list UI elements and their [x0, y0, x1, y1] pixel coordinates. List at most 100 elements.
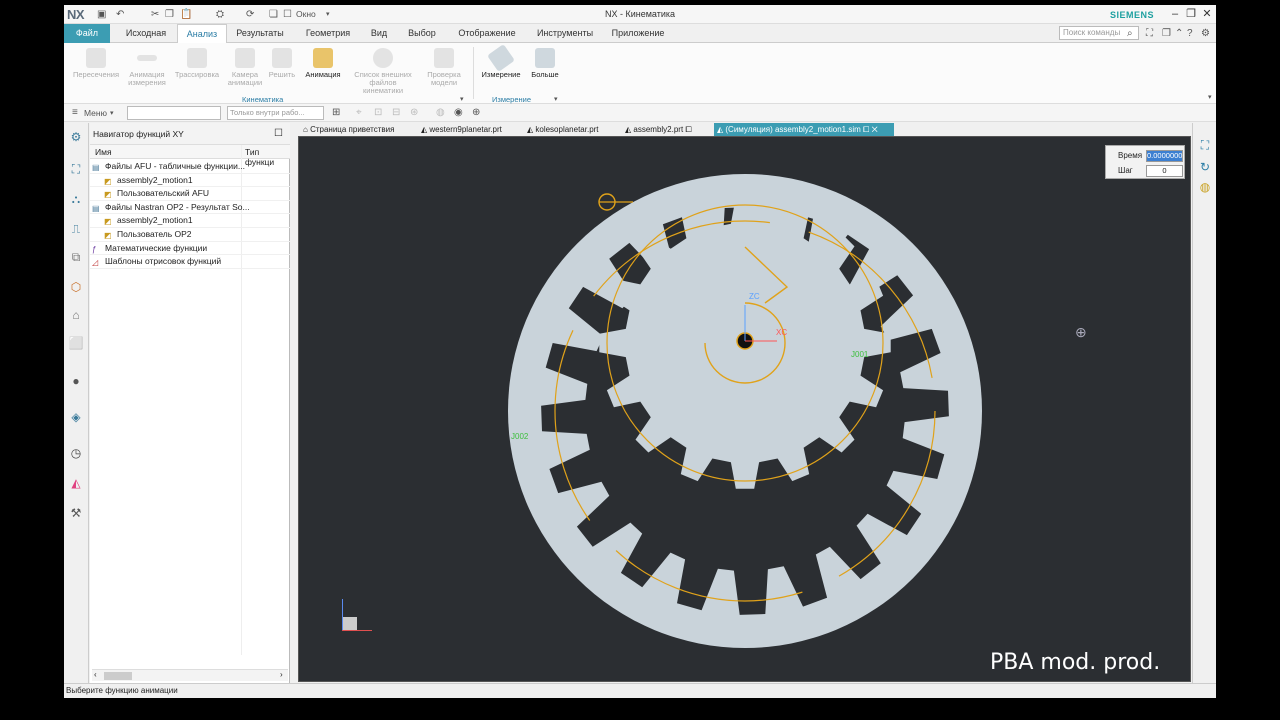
help-icon[interactable]: ? — [1187, 27, 1193, 40]
model-check-button[interactable]: Проверка модели — [420, 45, 468, 93]
select-all-icon[interactable]: ⊡ — [374, 106, 382, 119]
animation-button[interactable]: Анимация — [300, 45, 346, 93]
restore-icon[interactable]: ❐ — [1184, 7, 1198, 21]
tab-view[interactable]: Вид — [364, 24, 394, 43]
tree-item[interactable]: ƒ Математические функции — [90, 242, 290, 256]
sim-navigator-icon[interactable]: ⌂ — [68, 307, 84, 323]
model-icon-2[interactable]: ⬜ — [68, 335, 84, 351]
tools-icon[interactable]: ⚒ — [68, 505, 84, 521]
xy-function-navigator-icon[interactable]: ⎍ — [68, 221, 84, 237]
settings-gear-icon[interactable]: ⚙ — [68, 129, 84, 145]
tree-item[interactable]: ◩ Пользователь OP2 — [90, 228, 290, 242]
select-icon[interactable]: ⌖ — [356, 106, 362, 119]
fullscreen-icon[interactable]: ⛶ — [1146, 27, 1153, 40]
show-icon[interactable]: ◉ — [454, 106, 463, 119]
external-files-button[interactable]: Список внешних файлов кинематики — [351, 45, 415, 95]
menu-button[interactable]: Меню — [84, 107, 107, 120]
doc-tab-kolesoplanetar[interactable]: ◭ kolesoplanetar.prt — [524, 123, 622, 136]
tab-display[interactable]: Отображение — [452, 24, 522, 43]
graphics-viewport[interactable]: ZC XC J001 J002 Время 0.0000000 Шаг 0 ⊕ — [298, 136, 1191, 682]
history-icon[interactable]: ◷ — [68, 445, 84, 461]
joint-j001-label: J001 — [851, 350, 869, 359]
tab-analysis[interactable]: Анализ — [177, 24, 227, 43]
more-button[interactable]: Больше — [528, 45, 562, 93]
maximize-panel-icon[interactable]: ☐ — [274, 123, 283, 145]
doc-tab-western9planetar[interactable]: ◭ western9planetar.prt — [418, 123, 524, 136]
doc-tab-simulation[interactable]: ◭ (Симуляция) assembly2_motion1.sim ⧠ ✕ — [714, 123, 894, 136]
palette-icon[interactable]: ◭ — [68, 475, 84, 491]
trace-button[interactable]: Трассировка — [172, 45, 222, 93]
tree-item[interactable]: ▤ Файлы Nastran OP2 - Результат So... — [90, 201, 290, 215]
deselect-icon[interactable]: ⊟ — [392, 106, 400, 119]
triad-cube-icon — [343, 617, 357, 631]
op2-file-icon: ◩ — [104, 231, 112, 240]
render-style-icon[interactable]: ◍ — [1197, 179, 1213, 195]
motion-navigator-icon[interactable]: ⬡ — [68, 279, 84, 295]
navigator-title: Навигатор функций XY ☐ — [90, 123, 290, 145]
title-bar: NX ▣ ↶ ✂ ❐ 📋 ⛭ ⟳ ❏ ☐ Окно ▾ NX - Кинемат… — [64, 5, 1216, 24]
tab-selection[interactable]: Выбор — [402, 24, 442, 43]
ribbon: Пересечения Анимация измерения Трассиров… — [64, 43, 1216, 104]
solve-button[interactable]: Решить — [267, 45, 297, 93]
horizontal-scrollbar[interactable]: ‹ › — [92, 669, 288, 681]
snap-icon[interactable]: ⊛ — [410, 106, 418, 119]
xc-axis-label: XC — [776, 328, 788, 337]
rotate-view-icon[interactable]: ↻ — [1197, 159, 1213, 175]
doc-tab-assembly2[interactable]: ◭ assembly2.prt ⧠ — [622, 123, 714, 136]
doc-tab-welcome[interactable]: ⌂ Страница приветствия — [300, 123, 418, 136]
menu-icon[interactable]: ≡ — [72, 106, 78, 119]
assembly-navigator-icon[interactable]: ⛶ — [68, 161, 84, 177]
tab-tools[interactable]: Инструменты — [530, 24, 600, 43]
measure-button[interactable]: Измерение — [478, 44, 524, 93]
close-icon[interactable]: ✕ — [1200, 7, 1214, 21]
tab-home[interactable]: Исходная — [116, 24, 176, 43]
tree-item[interactable]: ◩ assembly2_motion1 — [90, 214, 290, 228]
siemens-brand: SIEMENS — [1110, 10, 1155, 20]
time-value[interactable]: 0.0000000 — [1146, 150, 1183, 162]
intersections-button[interactable]: Пересечения — [70, 45, 122, 93]
xy-function-navigator: Навигатор функций XY ☐ Имя Тип функци ▤ Ф… — [90, 123, 290, 683]
tab-file[interactable]: Файл — [64, 24, 110, 43]
search-icon[interactable]: ⌕ — [1127, 27, 1133, 40]
zc-axis-label: ZC — [749, 292, 760, 301]
collapse-ribbon-icon[interactable]: ⌃ — [1175, 27, 1183, 40]
window-title: NX - Кинематика — [604, 9, 676, 19]
type-filter-select[interactable] — [127, 106, 221, 120]
scope-select[interactable]: Только внутри рабо... — [227, 106, 324, 120]
column-name-header[interactable]: Имя — [95, 147, 112, 157]
part-navigator-icon[interactable]: ⛬ — [68, 191, 84, 207]
measure-animation-button[interactable]: Анимация измерения — [124, 45, 170, 93]
animation-camera-button[interactable]: Камера анимации — [224, 45, 266, 93]
sphere-icon[interactable]: ◍ — [436, 106, 445, 119]
more-icon — [535, 48, 555, 68]
joint-j002-label: J002 — [511, 432, 529, 441]
window-layout-icon[interactable]: ❐ — [1162, 27, 1171, 40]
nx-window: NX ▣ ↶ ✂ ❐ 📋 ⛭ ⟳ ❏ ☐ Окно ▾ NX - Кинемат… — [64, 5, 1216, 698]
scroll-left-icon[interactable]: ‹ — [94, 670, 97, 679]
minimize-icon[interactable]: – — [1168, 7, 1182, 21]
target-icon[interactable]: ⊕ — [472, 106, 480, 119]
fit-view-icon[interactable]: ⛶ — [1197, 137, 1213, 153]
tree-item[interactable]: ◩ assembly2_motion1 — [90, 174, 290, 188]
web-browser-icon[interactable]: ◈ — [68, 409, 84, 425]
external-files-icon — [373, 48, 393, 68]
filter-icon[interactable]: ⊞ — [332, 106, 340, 119]
tree-item[interactable]: ◩ Пользовательский AFU — [90, 187, 290, 201]
tab-geometry[interactable]: Геометрия — [297, 24, 359, 43]
scrollbar-thumb[interactable] — [104, 672, 132, 680]
tab-results[interactable]: Результаты — [229, 24, 291, 43]
step-label: Шаг — [1118, 166, 1133, 175]
menu-chevron-icon[interactable]: ▾ — [110, 107, 114, 120]
materials-icon[interactable]: ● — [68, 373, 84, 389]
ribbon-expand-icon[interactable]: ▾ — [1208, 91, 1212, 104]
tree-item[interactable]: ▤ Файлы AFU - табличные функции... — [90, 160, 290, 174]
tree-item[interactable]: ◿ Шаблоны отрисовок функций — [90, 255, 290, 269]
tab-application[interactable]: Приложение — [607, 24, 669, 43]
step-value[interactable]: 0 — [1146, 165, 1183, 177]
selection-toolbar: ≡ Меню ▾ Только внутри рабо... ⊞ ⌖ ⊡ ⊟ ⊛… — [64, 104, 1216, 122]
reuse-library-icon[interactable]: ⧉ — [68, 249, 84, 265]
intersections-icon — [86, 48, 106, 68]
settings-icon[interactable]: ⚙ — [1201, 27, 1210, 40]
scroll-right-icon[interactable]: › — [280, 670, 283, 679]
kinematics-group-label: Кинематика — [242, 95, 284, 104]
